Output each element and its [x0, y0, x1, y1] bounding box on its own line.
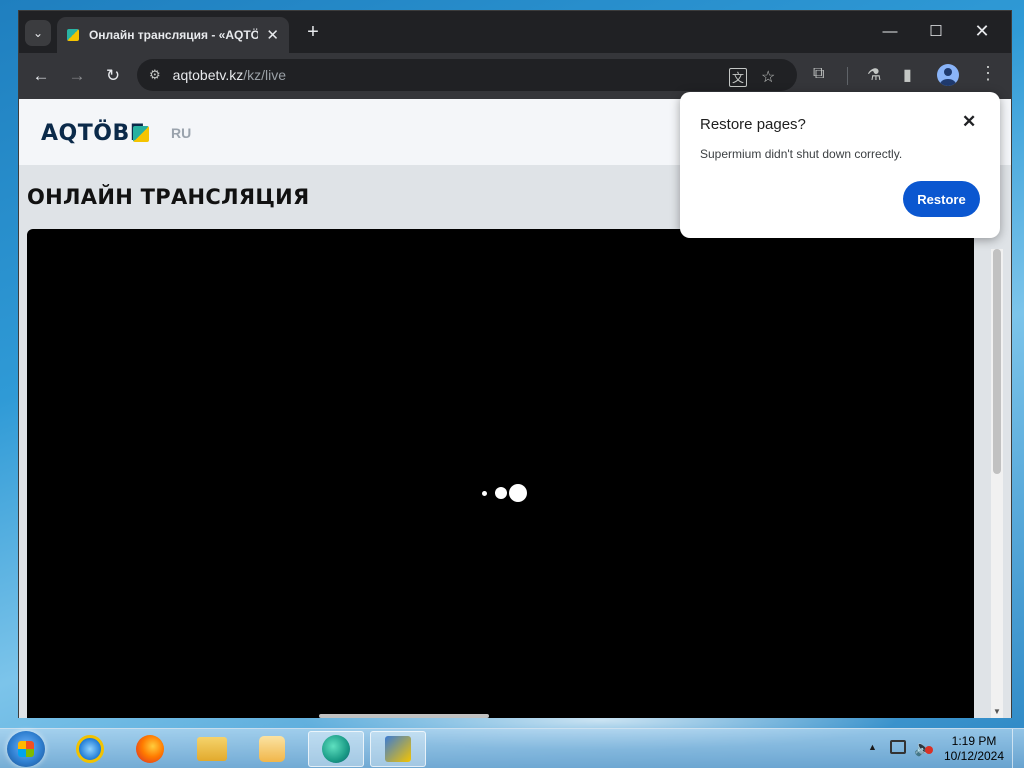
windows-taskbar: ▲ 🔈 1:19 PM 10/12/2024 [0, 728, 1024, 768]
reload-icon: ↻ [105, 66, 121, 85]
arrow-left-icon: ← [32, 66, 50, 85]
reload-button[interactable]: ↻ [99, 62, 127, 90]
network-icon[interactable] [890, 740, 906, 754]
forward-button[interactable]: → [63, 62, 91, 90]
extensions-icon[interactable]: ⧉ [813, 65, 824, 83]
media-player-icon [259, 736, 285, 762]
firefox-icon [136, 735, 164, 763]
video-player[interactable] [27, 229, 974, 718]
close-window-button[interactable]: ✕ [959, 11, 1005, 51]
tab-close-icon[interactable]: ✕ [266, 26, 279, 44]
address-bar[interactable]: ⚙ aqtobetv.kz/kz/live 文 ☆ [137, 59, 797, 91]
dialog-close-icon[interactable]: ✕ [962, 112, 976, 132]
language-switch-ru[interactable]: RU [171, 125, 191, 141]
loading-spinner-icon [479, 483, 539, 505]
scrollbar-thumb[interactable] [993, 249, 1001, 474]
internet-explorer-icon [76, 735, 104, 763]
tab-title: Онлайн трансляция - «AQTÖBE» [88, 28, 259, 42]
arrow-right-icon: → [68, 66, 86, 85]
clock-time: 1:19 PM [951, 734, 997, 748]
scroll-down-arrow-icon[interactable]: ▼ [991, 707, 1003, 717]
maximize-button[interactable]: ☐ [913, 11, 959, 51]
more-menu-icon[interactable]: ⋮ [979, 63, 997, 84]
minimize-button[interactable]: — [867, 11, 913, 51]
new-tab-button[interactable]: + [301, 20, 325, 44]
restore-pages-dialog: Restore pages? Supermium didn't shut dow… [680, 92, 1000, 238]
clock-date: 10/12/2024 [943, 749, 1005, 763]
dialog-message: Supermium didn't shut down correctly. [700, 147, 903, 161]
chevron-down-icon: ⌄ [32, 26, 44, 40]
taskbar-app-notes[interactable] [370, 731, 426, 767]
site-logo[interactable]: AQTÖBE [41, 121, 145, 146]
page-title: ОНЛАЙН ТРАНСЛЯЦИЯ [27, 185, 310, 209]
site-favicon-icon [67, 29, 79, 41]
logo-mark-icon [133, 126, 149, 142]
url-host: aqtobetv.kz [172, 67, 244, 83]
tray-expand-icon[interactable]: ▲ [868, 742, 877, 752]
windows-logo-icon [18, 741, 34, 757]
notes-app-icon [385, 736, 411, 762]
taskbar-app-media-player[interactable] [244, 731, 300, 767]
side-panel-icon[interactable]: ▮ [903, 65, 912, 85]
browser-app-icon [322, 735, 350, 763]
taskbar-app-internet-explorer[interactable] [62, 731, 118, 767]
loader-dot [495, 487, 507, 499]
vertical-scrollbar[interactable]: ▼ [991, 249, 1003, 718]
labs-flask-icon[interactable]: ⚗ [867, 65, 881, 85]
url-text: aqtobetv.kz/kz/live [173, 67, 286, 83]
dialog-title: Restore pages? [700, 116, 806, 133]
start-button[interactable] [7, 731, 45, 767]
tab-search-button[interactable]: ⌄ [25, 20, 51, 46]
profile-avatar-icon[interactable] [937, 64, 959, 86]
show-desktop-button[interactable] [1012, 729, 1024, 768]
horizontal-scrollbar-thumb[interactable] [319, 714, 489, 718]
translate-icon[interactable]: 文 [729, 68, 748, 87]
loader-dot [482, 491, 487, 496]
bookmark-star-icon[interactable]: ☆ [761, 67, 775, 87]
loader-dot [509, 484, 527, 502]
taskbar-app-browser[interactable] [308, 731, 364, 767]
toolbar-divider [847, 67, 848, 85]
system-clock[interactable]: 1:19 PM 10/12/2024 [942, 734, 1006, 764]
taskbar-app-firefox[interactable] [122, 731, 178, 767]
back-button[interactable]: ← [27, 62, 55, 90]
url-path: /kz/live [243, 67, 287, 83]
folder-icon [197, 737, 227, 761]
taskbar-app-file-explorer[interactable] [184, 731, 240, 767]
restore-button[interactable]: Restore [903, 181, 980, 217]
site-info-icon[interactable]: ⚙ [149, 67, 161, 83]
mute-indicator-icon [925, 746, 933, 754]
tab-active[interactable]: Онлайн трансляция - «AQTÖBE» ✕ [57, 17, 289, 53]
tab-strip: ⌄ Онлайн трансляция - «AQTÖBE» ✕ + — ☐ ✕ [19, 11, 1011, 53]
